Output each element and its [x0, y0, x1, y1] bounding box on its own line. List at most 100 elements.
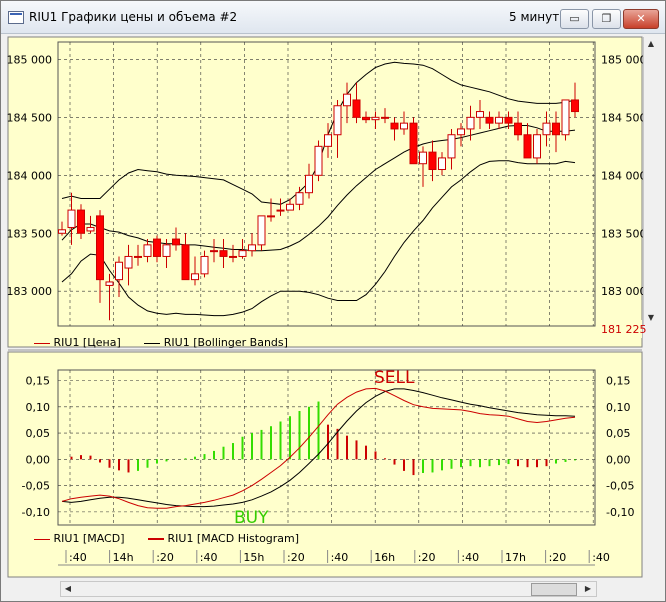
candle-body [542, 122, 551, 136]
candle-body [343, 93, 351, 107]
macd-y-tick-left: -0,10 [22, 506, 50, 519]
candle-body [552, 122, 560, 136]
candle-body [533, 134, 541, 159]
macd-y-tick-right: 0,15 [606, 375, 631, 388]
candle-body [514, 122, 522, 136]
macd-y-tick-right: 0,05 [606, 427, 631, 440]
candle-body [314, 145, 323, 176]
price-y-tick-left: 184 000 [7, 169, 53, 182]
candle-body [181, 244, 190, 281]
candle-body [390, 122, 399, 130]
candle-body [476, 111, 484, 118]
time-tick-label: :40 [461, 551, 479, 564]
candle-body [86, 226, 95, 232]
macd-y-tick-right: -0,05 [606, 480, 634, 493]
price-legend-label: RIU1 [Цена] [53, 336, 121, 349]
macd-y-tick-left: 0,00 [26, 453, 51, 466]
candle-body [105, 281, 114, 286]
candle-body [153, 238, 161, 257]
price-panel [7, 36, 643, 348]
macd-y-tick-left: 0,15 [26, 375, 51, 388]
price-y-tick-left: 184 500 [7, 111, 53, 124]
candle-body [428, 151, 437, 171]
time-tick-label: 15h [243, 551, 264, 564]
scroll-down-arrow-icon[interactable]: ▼ [644, 311, 658, 325]
candle-body [400, 122, 408, 130]
price-y-tick-right: 184 500 [601, 111, 647, 124]
time-tick-label: :40 [200, 551, 218, 564]
candle-body [495, 116, 503, 124]
time-tick-label: 17h [505, 551, 526, 564]
time-tick-label: :20 [156, 551, 174, 564]
macd-legend: RIU1 [MACD] RIU1 [MACD Histogram] [34, 532, 299, 545]
price-y-tick-left: 185 000 [7, 53, 53, 66]
candle-body [191, 273, 199, 281]
time-scrollbar[interactable]: ◀ ▶ [60, 581, 597, 597]
candle-body [276, 209, 285, 212]
candle-body [523, 134, 532, 159]
chart-canvas: 181 225 185 000 185 000 184 500 184 500 184 … [7, 36, 647, 578]
time-tick-label: :40 [331, 551, 349, 564]
hist-legend-swatch [148, 538, 164, 540]
candle-body [447, 134, 456, 159]
sell-annotation: SELL [374, 368, 415, 388]
candle-body [466, 116, 475, 130]
candle-body [124, 255, 133, 269]
candle-body [352, 99, 361, 118]
candle-body [257, 215, 266, 246]
price-legend: RIU1 [Цена] RIU1 [Bollinger Bands] [34, 336, 288, 349]
scroll-right-arrow-icon[interactable]: ▶ [581, 582, 595, 596]
macd-y-tick-left: -0,05 [22, 480, 50, 493]
bb-legend-label: RIU1 [Bollinger Bands] [163, 336, 288, 349]
candle-body [238, 250, 247, 257]
scroll-up-arrow-icon[interactable]: ▲ [644, 37, 658, 51]
candle-body [381, 116, 389, 119]
price-y-tick-right: 185 000 [601, 53, 647, 66]
macd-legend-label: RIU1 [MACD] [53, 532, 125, 545]
price-y-tick-left: 183 500 [7, 227, 53, 240]
candle-body [134, 255, 142, 258]
price-y-tick-right: 183 000 [601, 285, 647, 298]
candle-body [115, 261, 123, 281]
macd-y-tick-left: 0,10 [26, 401, 51, 414]
time-scroll-thumb[interactable] [531, 583, 577, 596]
time-tick-label: :20 [418, 551, 436, 564]
macd-y-tick-right: 0,10 [606, 401, 631, 414]
hist-legend-label: RIU1 [MACD Histogram] [167, 532, 300, 545]
candle-body [419, 151, 427, 165]
candle-body [571, 99, 579, 113]
time-tick-label: 16h [374, 551, 395, 564]
candle-body [162, 244, 171, 257]
scroll-left-arrow-icon[interactable]: ◀ [61, 582, 75, 596]
candle-body [58, 229, 66, 234]
time-tick-label: 14h [113, 551, 134, 564]
candle-body [67, 209, 76, 228]
candle-body [438, 157, 446, 171]
candle-body [409, 122, 418, 165]
candle-body [286, 203, 294, 211]
price-legend-swatch [34, 342, 50, 344]
candle-body [219, 250, 228, 257]
candle-body [561, 99, 570, 136]
candle-body [295, 192, 304, 205]
macd-y-tick-right: 0,00 [606, 453, 631, 466]
price-scrollbar[interactable]: ▲ ▼ [643, 37, 658, 325]
candle-body [362, 116, 370, 121]
buy-annotation: BUY [234, 508, 269, 528]
candle-body [371, 116, 380, 121]
candle-body [96, 215, 104, 281]
candle-body [324, 134, 332, 147]
candle-body [143, 244, 152, 257]
candle-body [457, 128, 465, 136]
candle-body [504, 116, 513, 124]
macd-y-tick-left: 0,05 [26, 427, 51, 440]
candle-body [485, 116, 494, 124]
candle-body [248, 244, 256, 252]
time-tick-label: :40 [592, 551, 610, 564]
candle-body [77, 209, 85, 234]
price-y-tick-right: 184 000 [601, 169, 647, 182]
price-y-tick-left: 183 000 [7, 285, 53, 298]
time-tick-label: :20 [287, 551, 305, 564]
last-value-label: 181 225 [601, 323, 647, 336]
bb-legend-swatch [144, 342, 161, 344]
